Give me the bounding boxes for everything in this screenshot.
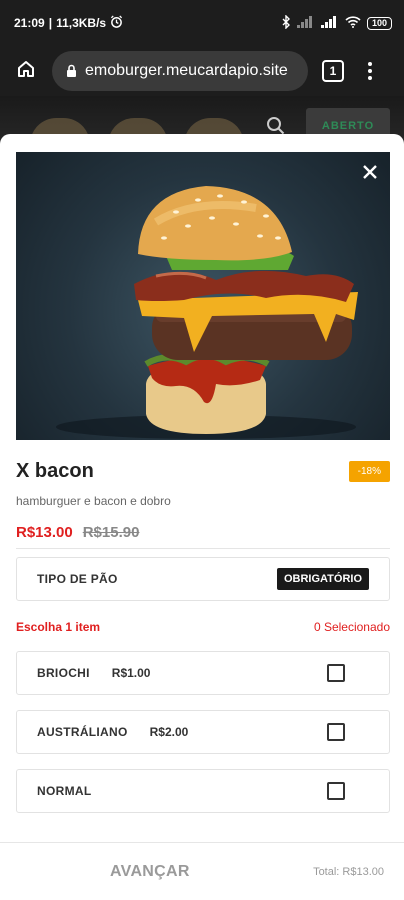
option-name: AUSTRÁLIANO [37,725,128,739]
option-checkbox[interactable] [327,723,345,741]
product-title: X bacon [16,459,94,482]
option-checkbox[interactable] [327,664,345,682]
network-speed: 11,3KB/s [56,16,107,30]
modal-footer: AVANÇAR Total: R$13.00 [0,842,404,900]
price-row: R$13.00 R$15.90 [16,524,139,541]
product-header: X bacon -18% [16,458,390,484]
clock: 21:09 [14,16,45,30]
close-button[interactable] [358,162,382,186]
advance-button[interactable]: AVANÇAR [110,863,190,881]
option-item-normal[interactable]: NORMAL [16,769,390,813]
menu-icon[interactable] [368,62,372,80]
total-label: Total: R$13.00 [313,865,384,878]
home-icon [16,59,36,84]
current-price: R$13.00 [16,524,73,541]
option-name: NORMAL [37,784,92,798]
option-item-australiano[interactable]: AUSTRÁLIANO R$2.00 [16,710,390,754]
option-item-briochi[interactable]: BRIOCHI R$1.00 [16,651,390,695]
home-button[interactable] [0,46,52,96]
option-group-title: TIPO DE PÃO [37,572,118,586]
option-name: BRIOCHI [37,666,90,680]
old-price: R$15.90 [82,524,140,541]
signal-icon [296,15,315,31]
required-badge: OBRIGATÓRIO [276,568,369,590]
selected-count: 0 Selecionado [313,620,390,634]
alarm-icon [110,15,123,31]
address-bar[interactable]: emoburger.meucardapio.site [52,51,308,91]
status-bar: 21:09 | 11,3KB/s 100 [0,0,404,46]
divider [16,548,390,549]
wifi-icon [345,15,361,31]
option-group-instructions: Escolha 1 item 0 Selecionado [16,620,390,634]
tabs-icon[interactable]: 1 [322,60,344,82]
lock-icon [66,64,77,78]
option-price: R$1.00 [111,666,151,680]
option-group-header: TIPO DE PÃO OBRIGATÓRIO [16,557,390,601]
close-icon [362,164,378,185]
choose-label: Escolha 1 item [16,620,101,634]
option-price: R$2.00 [149,725,189,739]
browser-toolbar: emoburger.meucardapio.site 1 [0,46,404,96]
option-checkbox[interactable] [327,782,345,800]
url-text: emoburger.meucardapio.site [85,62,288,79]
signal-icon-2 [320,15,339,31]
product-image [16,152,390,440]
discount-badge: -18% [348,460,390,482]
product-description: hamburguer e bacon e dobro [16,494,171,508]
bluetooth-icon [281,13,291,32]
product-modal: X bacon -18% hamburguer e bacon e dobro … [0,134,404,900]
battery-icon: 100 [366,16,392,30]
